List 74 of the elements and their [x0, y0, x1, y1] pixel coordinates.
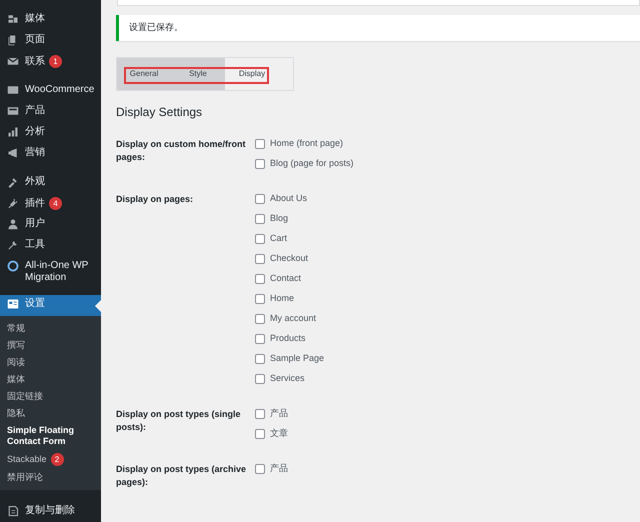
- sidebar-menu-item[interactable]: 插件 4: [0, 194, 101, 215]
- sidebar-menu-item[interactable]: All-in-One WP Migration: [0, 257, 101, 287]
- menu-icon: [7, 13, 19, 25]
- count-badge: 2: [50, 453, 64, 466]
- checkbox[interactable]: [255, 374, 265, 384]
- sidebar-menu-item[interactable]: WooCommerce: [0, 81, 101, 102]
- option-label: Contact: [270, 272, 302, 286]
- submenu-item[interactable]: Stackable 2: [0, 450, 101, 469]
- setting-label: Display on post types (single posts):: [116, 408, 242, 434]
- menu-icon: [7, 260, 19, 272]
- menu-icon: [7, 176, 19, 188]
- menu-icon: [7, 298, 19, 310]
- checkbox[interactable]: [255, 464, 265, 474]
- menu-icon: [7, 55, 19, 67]
- submenu-item[interactable]: 固定链接: [0, 388, 101, 405]
- checkbox[interactable]: [255, 354, 265, 364]
- sidebar-menu-item[interactable]: 产品: [0, 102, 101, 123]
- checkbox[interactable]: [255, 159, 265, 169]
- checkbox[interactable]: [255, 194, 265, 204]
- submenu-item[interactable]: 禁用评论: [0, 469, 101, 486]
- menu-icon: [7, 84, 19, 96]
- menu-icon: [7, 239, 19, 251]
- count-badge: 4: [49, 197, 62, 210]
- submenu-item[interactable]: 阅读: [0, 354, 101, 371]
- success-notice: 设置已保存。: [116, 15, 640, 40]
- checkbox[interactable]: [255, 409, 265, 419]
- checkbox[interactable]: [255, 234, 265, 244]
- option-label: Home (front page): [270, 137, 344, 150]
- menu-icon: [7, 505, 19, 517]
- section-heading: Display Settings: [116, 104, 204, 120]
- checkbox[interactable]: [255, 334, 265, 344]
- option-label: Cart: [270, 232, 288, 246]
- checkbox[interactable]: [255, 274, 265, 284]
- option-label: 产品: [270, 407, 288, 420]
- menu-icon: [7, 218, 19, 230]
- option-label: Services: [270, 372, 305, 386]
- option-label: About Us: [270, 192, 308, 206]
- sidebar-menu-item[interactable]: 外观: [0, 173, 101, 194]
- sidebar-menu-item[interactable]: 分析: [0, 123, 101, 144]
- option-label: Products: [270, 332, 306, 346]
- setting-label: Display on custom home/front pages:: [116, 138, 247, 164]
- option-label: Sample Page: [270, 352, 324, 366]
- option-label: Checkout: [270, 252, 308, 266]
- menu-icon: [7, 126, 19, 138]
- sidebar-menu-item[interactable]: 设置: [0, 295, 101, 316]
- setting-label: Display on post types (archive pages):: [116, 462, 248, 488]
- menu-icon: [7, 147, 19, 159]
- submenu-item[interactable]: 撰写: [0, 337, 101, 354]
- submenu-item[interactable]: 隐私: [0, 405, 101, 422]
- count-badge: 1: [49, 55, 62, 68]
- sidebar-menu-item[interactable]: 联系 1: [0, 52, 101, 73]
- menu-icon: [7, 105, 19, 117]
- checkbox[interactable]: [255, 429, 265, 439]
- checkbox[interactable]: [255, 214, 265, 224]
- submenu-item[interactable]: 媒体: [0, 371, 101, 388]
- submenu-item[interactable]: 常规: [0, 320, 101, 337]
- setting-label: Display on pages:: [116, 192, 194, 206]
- sidebar-menu-item[interactable]: 页面: [0, 31, 101, 52]
- checkbox[interactable]: [255, 254, 265, 264]
- submenu-item[interactable]: Simple Floating Contact Form: [0, 422, 101, 450]
- option-label: 产品: [270, 462, 288, 476]
- option-label: 文章: [270, 427, 288, 440]
- option-label: Blog (page for posts): [270, 157, 354, 170]
- checkbox[interactable]: [255, 294, 265, 304]
- option-label: My account: [270, 312, 316, 326]
- sidebar-menu-item[interactable]: 用户: [0, 215, 101, 236]
- sidebar-menu-item[interactable]: 工具: [0, 236, 101, 257]
- checkbox[interactable]: [255, 314, 265, 324]
- sidebar-menu-item[interactable]: 营销: [0, 144, 101, 165]
- menu-icon: [7, 197, 19, 209]
- checkbox[interactable]: [255, 139, 265, 149]
- option-label: Home: [270, 292, 294, 306]
- option-label: Blog: [270, 212, 288, 226]
- sidebar-menu-item[interactable]: 媒体: [0, 10, 101, 31]
